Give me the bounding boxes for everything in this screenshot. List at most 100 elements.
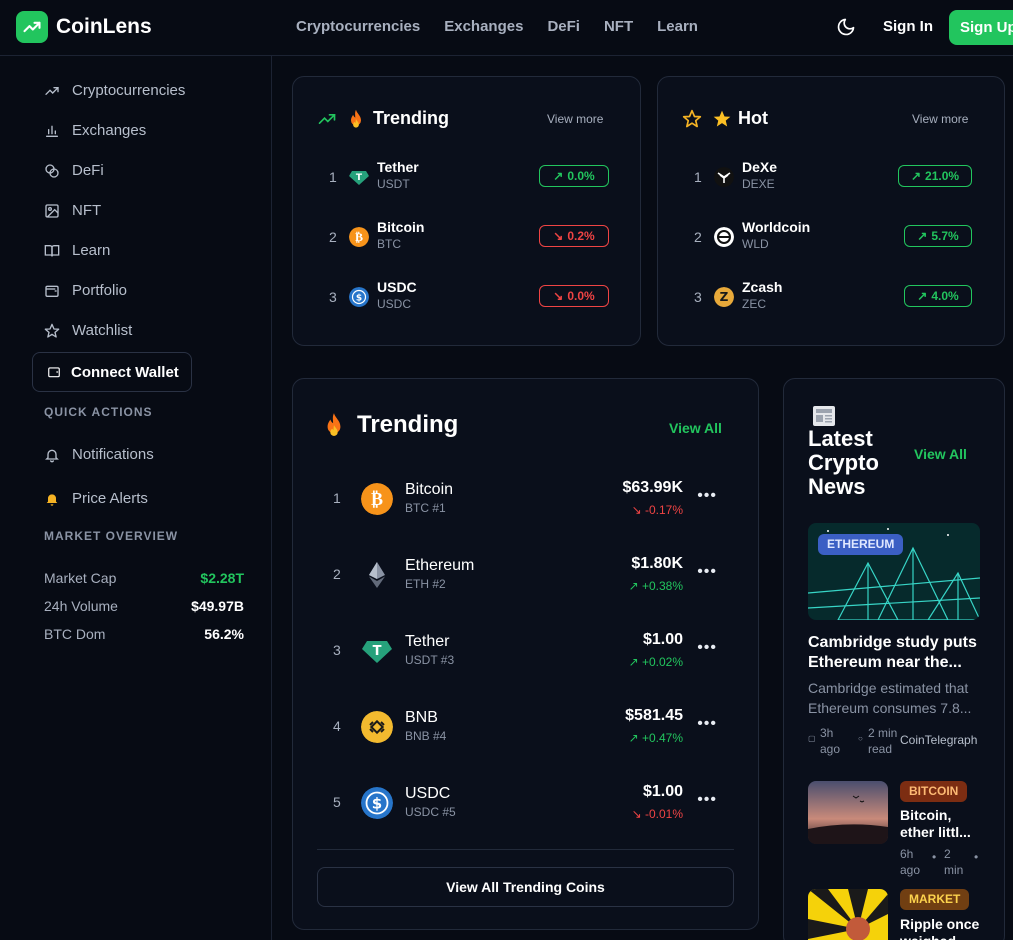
- more-options-icon[interactable]: •••: [697, 791, 717, 809]
- star-icon: [44, 323, 60, 338]
- arrow-down-right-icon: ↘: [553, 229, 564, 243]
- news-headline[interactable]: Ripple once weighed...: [900, 916, 984, 940]
- news-view-all-link[interactable]: View All: [914, 446, 967, 462]
- featured-headline[interactable]: Cambridge study puts Ethereum near the..…: [808, 633, 988, 673]
- sidebar-item-label: DeFi: [72, 162, 104, 179]
- calendar-icon: ▢: [808, 734, 816, 743]
- table-row[interactable]: 4 BNB BNB #4 $581.45 ↗ +0.47% •••: [317, 705, 717, 749]
- trending-view-more-link[interactable]: View more: [547, 112, 603, 126]
- nav-defi[interactable]: DeFi: [547, 18, 580, 35]
- trending-card-title: Trending: [317, 108, 449, 129]
- quick-action-label: Price Alerts: [72, 490, 148, 507]
- market-stat-btc-dom: BTC Dom 56.2%: [44, 626, 244, 642]
- nav-nft[interactable]: NFT: [604, 18, 633, 35]
- divider: [317, 849, 734, 850]
- list-item[interactable]: 3 $ USDC USDC ↘ 0.0%: [329, 279, 609, 315]
- sign-in-button[interactable]: Sign In: [883, 18, 933, 35]
- quick-action-price-alerts[interactable]: Price Alerts: [44, 490, 148, 507]
- image-icon: [45, 203, 59, 218]
- arrow-up-right-icon: ↗: [917, 289, 928, 303]
- news-meta: 6h ago • 2 min •: [900, 847, 979, 877]
- sign-up-button[interactable]: Sign Up: [949, 10, 1013, 45]
- trend-down-icon: ↘: [631, 807, 645, 821]
- arrow-up-right-icon: ↗: [910, 169, 922, 183]
- arrow-down-right-icon: ↘: [553, 289, 564, 303]
- table-row[interactable]: 3 T Tether USDT #3 $1.00 ↗ +0.02% •••: [317, 629, 717, 673]
- fire-icon: [327, 413, 341, 436]
- view-all-trending-button[interactable]: View All Trending Coins: [317, 867, 734, 907]
- sidebar-item-exchanges[interactable]: Exchanges: [44, 122, 146, 139]
- coins-icon: [45, 163, 59, 178]
- top-header: CoinLens Cryptocurrencies Exchanges DeFi…: [0, 0, 1013, 56]
- trending-coins-card: Trending View All 1 ₿ Bitcoin BTC #1 $63…: [292, 378, 759, 930]
- sidebar-item-learn[interactable]: Learn: [44, 242, 110, 259]
- brand-name: CoinLens: [56, 15, 152, 38]
- star-outline-icon: [682, 109, 702, 127]
- table-row[interactable]: 5 $ USDC USDC #5 $1.00 ↘ -0.01% •••: [317, 781, 717, 825]
- fire-icon: [351, 109, 361, 128]
- list-item[interactable]: 3 Z Zcash ZEC ↗ 4.0%: [694, 279, 974, 315]
- hot-title-text: Hot: [738, 108, 768, 128]
- market-stat-volume: 24h Volume $49.97B: [44, 598, 244, 614]
- more-options-icon[interactable]: •••: [697, 487, 717, 505]
- change-badge: ↗ 5.7%: [904, 225, 972, 247]
- usdc-icon: $: [361, 787, 393, 819]
- category-tag[interactable]: BITCOIN: [900, 781, 968, 802]
- sidebar: Cryptocurrencies Exchanges DeFi NFT Lear…: [0, 56, 272, 940]
- list-item[interactable]: 2 Worldcoin WLD ↗ 5.7%: [694, 219, 974, 255]
- wallet-icon: [48, 367, 60, 378]
- category-tag[interactable]: MARKET: [900, 889, 970, 910]
- bell-filled-icon: [46, 493, 58, 506]
- sidebar-item-watchlist[interactable]: Watchlist: [44, 322, 132, 339]
- hot-view-more-link[interactable]: View more: [912, 112, 968, 126]
- sidebar-item-label: NFT: [72, 202, 102, 219]
- moon-icon[interactable]: [836, 17, 856, 37]
- market-stat-market-cap: Market Cap $2.28T: [44, 570, 244, 586]
- trending-view-all-link[interactable]: View All: [669, 420, 722, 436]
- worldcoin-icon: [714, 227, 734, 247]
- list-item[interactable]: 1 T Tether USDT ↗ 0.0%: [329, 159, 609, 195]
- sidebar-item-label: Cryptocurrencies: [72, 82, 186, 99]
- connect-wallet-button[interactable]: Connect Wallet: [32, 352, 192, 392]
- news-headline[interactable]: Bitcoin, ether littl...: [900, 807, 984, 841]
- list-item[interactable]: 1 DeXe DEXE ↗ 21.0%: [694, 159, 974, 195]
- quick-action-label: Notifications: [72, 446, 154, 463]
- category-tag[interactable]: ETHEREUM: [818, 534, 904, 555]
- bell-icon: [45, 449, 59, 462]
- news-title: Latest Crypto News: [808, 426, 879, 499]
- more-options-icon[interactable]: •••: [697, 715, 717, 733]
- featured-meta: ▢ 3h ago ○ 2 min read CoinTelegraph: [808, 726, 978, 756]
- nav-cryptocurrencies[interactable]: Cryptocurrencies: [296, 18, 420, 35]
- usdc-icon: $: [349, 287, 369, 307]
- more-options-icon[interactable]: •••: [697, 639, 717, 657]
- more-options-icon[interactable]: •••: [697, 563, 717, 581]
- dexe-icon: [714, 167, 734, 187]
- star-filled-icon: [713, 110, 731, 126]
- table-row[interactable]: 2 Ethereum ETH #2 $1.80K ↗ +0.38% •••: [317, 553, 717, 597]
- trend-up-icon: ↗: [628, 579, 642, 593]
- sidebar-item-cryptocurrencies[interactable]: Cryptocurrencies: [44, 82, 185, 99]
- top-nav: Cryptocurrencies Exchanges DeFi NFT Lear…: [296, 18, 698, 35]
- svg-text:T: T: [373, 644, 382, 659]
- change-badge: ↗ 4.0%: [904, 285, 972, 307]
- sidebar-item-nft[interactable]: NFT: [44, 202, 101, 219]
- book-icon: [44, 244, 60, 256]
- news-thumbnail[interactable]: [808, 889, 888, 940]
- sidebar-item-portfolio[interactable]: Portfolio: [44, 282, 127, 299]
- news-thumbnail[interactable]: [808, 781, 888, 844]
- quick-action-notifications[interactable]: Notifications: [44, 446, 154, 463]
- arrow-up-right-icon: ↗: [553, 169, 564, 183]
- table-row[interactable]: 1 ₿ Bitcoin BTC #1 $63.99K ↘ -0.17% •••: [317, 477, 717, 521]
- list-item[interactable]: 2 ₿ Bitcoin BTC ↘ 0.2%: [329, 219, 609, 255]
- sidebar-item-label: Watchlist: [72, 322, 133, 339]
- sidebar-item-defi[interactable]: DeFi: [44, 162, 104, 179]
- trending-coins-title-text: Trending: [357, 411, 459, 438]
- change-badge: ↗ 21.0%: [898, 165, 972, 187]
- trend-down-icon: ↘: [631, 503, 645, 517]
- nav-learn[interactable]: Learn: [657, 18, 698, 35]
- trending-title-text: Trending: [373, 108, 449, 128]
- brand-logo[interactable]: CoinLens: [16, 11, 152, 43]
- nav-exchanges[interactable]: Exchanges: [444, 18, 523, 35]
- hot-card: Hot View more 1 DeXe DEXE ↗ 21.0% 2 World…: [657, 76, 1005, 346]
- newspaper-icon: [813, 406, 835, 426]
